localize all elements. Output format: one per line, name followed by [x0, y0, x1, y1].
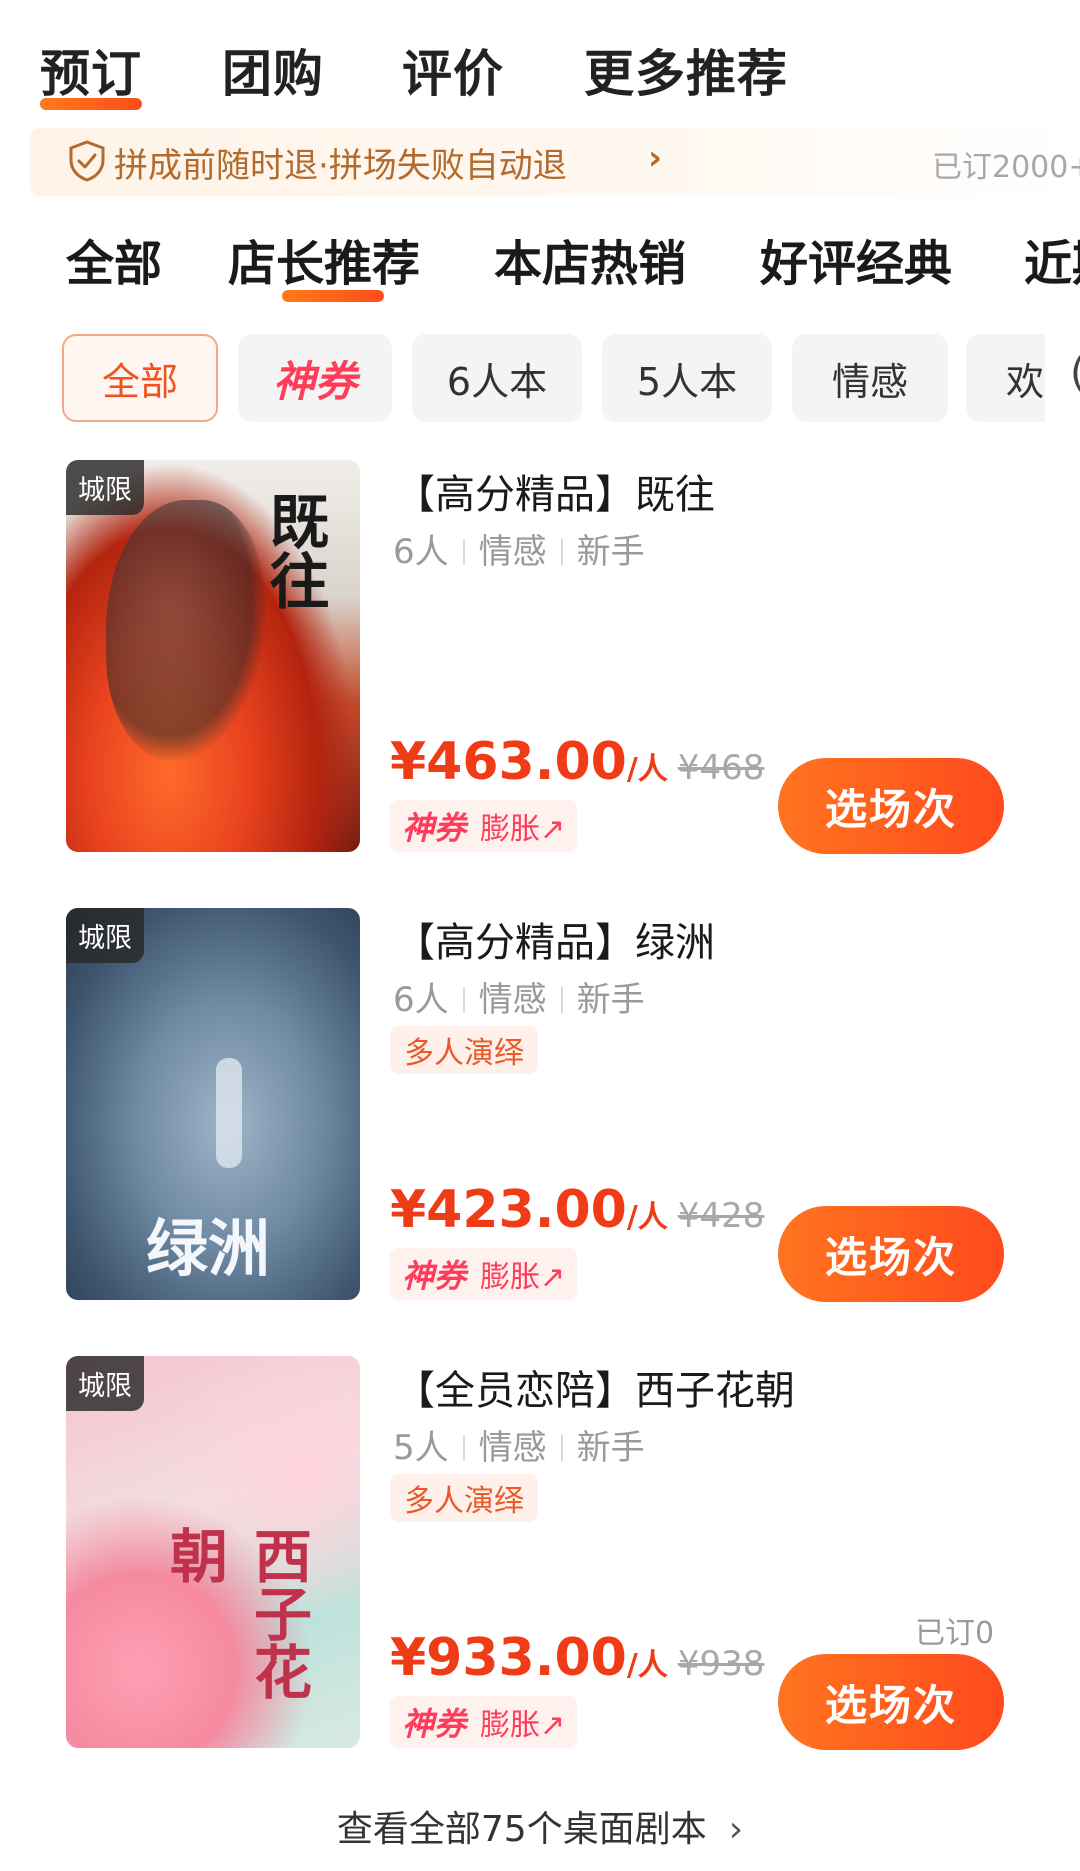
coupon-promo-tag: 神券 膨胀↗ — [390, 800, 578, 852]
coupon-label: 神券 — [402, 809, 467, 847]
category-tab-classic[interactable]: 好评经典 — [760, 224, 952, 294]
chip-all[interactable]: 全部 — [62, 334, 218, 422]
divider — [560, 539, 563, 565]
inflate-label: 膨胀↗ — [480, 812, 566, 847]
coupon-label: 神券 — [402, 1257, 467, 1295]
divider — [462, 1435, 465, 1461]
product-card[interactable]: 西子花朝 城限 【全员恋陪】西子花朝 5人 情感 新手 多人演绎 已订0 ¥933.… — [0, 1356, 1080, 1756]
difficulty: 新手 — [576, 980, 645, 1020]
player-count: 6人 — [393, 980, 449, 1020]
chip-fun[interactable]: 欢乐 — [966, 334, 1045, 422]
price-unit: /人 — [626, 1648, 668, 1683]
active-category-indicator — [282, 290, 384, 302]
divider — [560, 1435, 563, 1461]
poster-title: 西子花朝 — [160, 1526, 312, 1700]
tab-group-buy[interactable]: 团购 — [222, 34, 324, 106]
multi-actor-badge: 多人演绎 — [390, 1026, 538, 1074]
city-limited-tag: 城限 — [66, 908, 144, 963]
view-all-label: 查看全部75个桌面剧本 — [336, 1809, 707, 1850]
player-count: 5人 — [393, 1428, 449, 1468]
select-session-button[interactable]: 选场次 — [778, 1654, 1004, 1750]
category-tab-recent[interactable]: 近期 — [1024, 224, 1080, 294]
category-tab-bar: 全部 店长推荐 本店热销 好评经典 近期 — [0, 210, 1080, 305]
divider — [560, 987, 563, 1013]
filter-chip-row: 全部 神券 6人本 5人本 情感 欢乐 — [0, 334, 1045, 424]
booked-count: 已订2000+ — [932, 150, 1080, 185]
divider — [462, 987, 465, 1013]
multi-actor-badge: 多人演绎 — [390, 1474, 538, 1522]
category-tab-all[interactable]: 全部 — [66, 224, 162, 294]
price: ¥463.00 — [390, 732, 627, 792]
coupon-promo-tag: 神券 膨胀↗ — [390, 1248, 578, 1300]
poster-title: 既往 — [259, 490, 329, 610]
price-row: ¥463.00/人 ¥468 — [390, 732, 764, 792]
active-tab-indicator — [40, 98, 142, 110]
price: ¥933.00 — [390, 1628, 627, 1688]
tab-more-recommend[interactable]: 更多推荐 — [584, 34, 788, 106]
coupon-label: 神券 — [402, 1705, 467, 1743]
genre: 情感 — [478, 532, 547, 572]
coupon-promo-tag: 神券 膨胀↗ — [390, 1696, 578, 1748]
original-price: ¥468 — [677, 748, 765, 788]
city-limited-tag: 城限 — [66, 460, 144, 515]
product-card[interactable]: 绿洲 城限 【高分精品】绿洲 6人 情感 新手 多人演绎 ¥423.00/人 ¥428… — [0, 908, 1080, 1308]
player-count: 6人 — [393, 532, 449, 572]
divider — [462, 539, 465, 565]
chip-6-player[interactable]: 6人本 — [412, 334, 582, 422]
shield-check-icon — [69, 140, 105, 182]
price: ¥423.00 — [390, 1180, 627, 1240]
arrow-up-icon: ↗ — [540, 1708, 566, 1743]
difficulty: 新手 — [576, 532, 645, 572]
chip-5-player[interactable]: 5人本 — [602, 334, 772, 422]
product-poster[interactable]: 西子花朝 城限 — [66, 1356, 360, 1748]
chip-coupon[interactable]: 神券 — [238, 334, 392, 422]
booked-count: 已订0 — [915, 1616, 995, 1651]
genre: 情感 — [478, 980, 547, 1020]
product-title: 【高分精品】绿洲 — [395, 920, 715, 966]
poster-title: 绿洲 — [146, 1212, 271, 1285]
product-poster[interactable]: 绿洲 城限 — [66, 908, 360, 1300]
product-title: 【高分精品】既往 — [395, 472, 715, 518]
product-meta: 5人 情感 新手 — [393, 1420, 645, 1469]
scroll-edge-glyph: ( — [1070, 350, 1080, 396]
tab-reviews[interactable]: 评价 — [402, 34, 504, 106]
inflate-label: 膨胀↗ — [480, 1708, 566, 1743]
product-meta: 6人 情感 新手 — [393, 972, 645, 1021]
select-session-button[interactable]: 选场次 — [778, 758, 1004, 854]
price-unit: /人 — [626, 752, 668, 787]
city-limited-tag: 城限 — [66, 1356, 144, 1411]
category-tab-manager-pick[interactable]: 店长推荐 — [228, 224, 420, 294]
chip-emotion[interactable]: 情感 — [792, 334, 948, 422]
category-tab-hot-sales[interactable]: 本店热销 — [494, 224, 686, 294]
select-session-button[interactable]: 选场次 — [778, 1206, 1004, 1302]
difficulty: 新手 — [576, 1428, 645, 1468]
chevron-right-icon: › — [648, 138, 663, 178]
arrow-up-icon: ↗ — [540, 812, 566, 847]
tab-booking[interactable]: 预订 — [40, 34, 142, 106]
product-title: 【全员恋陪】西子花朝 — [395, 1368, 795, 1414]
view-all-scripts-link[interactable]: 查看全部75个桌面剧本 › — [0, 1800, 1080, 1852]
inflate-label: 膨胀↗ — [480, 1260, 566, 1295]
price-row: ¥423.00/人 ¥428 — [390, 1180, 764, 1240]
genre: 情感 — [478, 1428, 547, 1468]
product-card[interactable]: 既往 城限 【高分精品】既往 6人 情感 新手 ¥463.00/人 ¥468 神券 膨… — [0, 460, 1080, 860]
top-tab-bar: 预订 团购 评价 更多推荐 — [0, 0, 1080, 120]
price-unit: /人 — [626, 1200, 668, 1235]
arrow-up-icon: ↗ — [540, 1260, 566, 1295]
original-price: ¥428 — [677, 1196, 765, 1236]
product-poster[interactable]: 既往 城限 — [66, 460, 360, 852]
price-row: ¥933.00/人 ¥938 — [390, 1628, 764, 1688]
product-meta: 6人 情感 新手 — [393, 524, 645, 573]
chevron-right-icon: › — [728, 1809, 744, 1850]
refund-policy-banner[interactable]: 拼成前随时退·拼场失败自动退 › 已订2000+ — [30, 128, 1080, 196]
refund-policy-text: 拼成前随时退·拼场失败自动退 — [114, 146, 567, 186]
original-price: ¥938 — [677, 1644, 765, 1684]
